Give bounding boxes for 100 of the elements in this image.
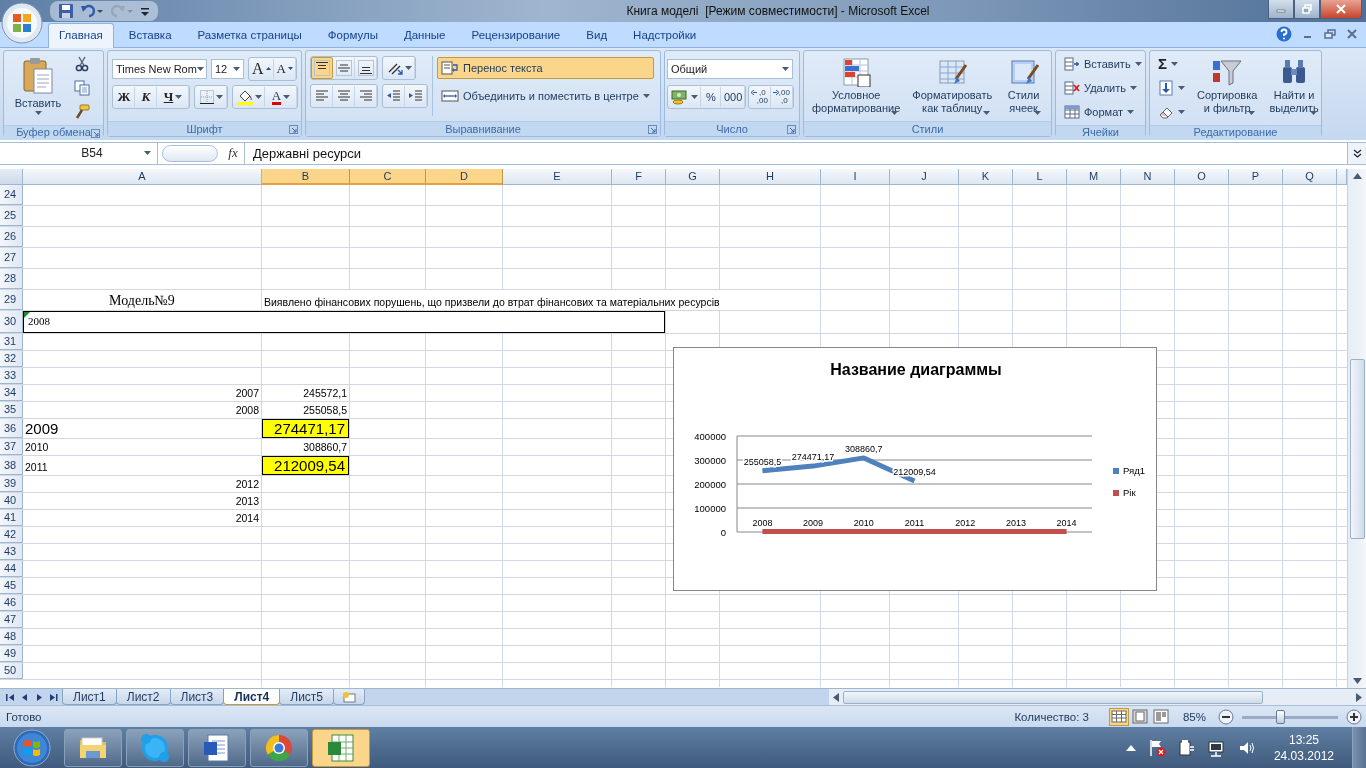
next-sheet-icon[interactable] — [34, 692, 44, 702]
sort-filter-button[interactable]: Сортировка и фильтр — [1193, 53, 1262, 122]
column-header[interactable]: O — [1175, 168, 1229, 185]
ribbon-tab[interactable]: Формулы — [316, 22, 389, 47]
zoom-in-icon[interactable] — [1346, 708, 1362, 725]
slider-thumb[interactable] — [1276, 709, 1286, 724]
underline-button[interactable]: Ч — [157, 85, 189, 108]
number-format-field[interactable]: Общий — [667, 58, 793, 79]
horizontal-scrollbar[interactable] — [829, 689, 1366, 706]
clock[interactable]: 13:25 24.03.2012 — [1273, 731, 1334, 764]
network-icon[interactable] — [1207, 738, 1226, 757]
font-size-field[interactable]: 12 — [211, 58, 245, 79]
copy-icon[interactable] — [74, 79, 90, 96]
vertical-scrollbar[interactable] — [1347, 168, 1366, 689]
ribbon-tab[interactable]: Главная — [48, 22, 114, 48]
percent-button[interactable]: % — [701, 85, 721, 108]
shrink-font-button[interactable]: A — [273, 57, 296, 80]
normal-view-button[interactable] — [1108, 707, 1129, 726]
taskbar-button[interactable] — [188, 728, 246, 767]
vertical-align-button[interactable] — [355, 56, 377, 79]
cell-styles-button[interactable]: Стили ячеек — [1000, 53, 1047, 118]
column-header[interactable]: B — [262, 168, 350, 185]
italic-button[interactable]: К — [135, 85, 157, 108]
column-header[interactable]: E — [503, 168, 612, 185]
taskbar-button[interactable] — [250, 728, 308, 767]
new-sheet-tab[interactable] — [333, 689, 366, 706]
sheet-cell[interactable]: 2008 — [23, 401, 261, 418]
row-header[interactable]: 25 — [0, 205, 23, 226]
ribbon-tab[interactable]: Вид — [575, 22, 619, 47]
close-button[interactable] — [1320, 0, 1362, 19]
help-icon[interactable] — [1276, 26, 1292, 43]
previous-sheet-icon[interactable] — [20, 692, 30, 702]
page-layout-button[interactable] — [1129, 707, 1150, 726]
undo-icon[interactable] — [80, 2, 104, 19]
first-sheet-icon[interactable] — [6, 692, 16, 702]
splitter-handle[interactable] — [162, 144, 218, 162]
find-select-button[interactable]: Найти и выделить — [1265, 53, 1323, 122]
sheet-tab[interactable]: Лист1 — [62, 689, 117, 706]
conditional-formatting-button[interactable]: Условное форматирование — [808, 53, 905, 118]
sheet-tab[interactable]: Лист4 — [223, 689, 281, 706]
last-sheet-icon[interactable] — [48, 692, 58, 702]
scroll-thumb[interactable] — [1349, 358, 1365, 539]
page-break-button[interactable] — [1150, 707, 1171, 726]
zoom-level[interactable]: 85% — [1182, 710, 1206, 723]
restore-icon[interactable] — [1324, 28, 1336, 41]
row-header[interactable]: 24 — [0, 184, 23, 205]
expand-button[interactable] — [1347, 142, 1366, 164]
sheet-cell[interactable]: 255058,5 — [262, 401, 349, 418]
minimize-button[interactable] — [1268, 0, 1294, 19]
increase-decimal-button[interactable]: ,0 ,00 — [749, 85, 772, 108]
save-icon[interactable] — [58, 2, 74, 19]
flag-icon[interactable] — [1147, 738, 1166, 757]
column-header[interactable]: M — [1067, 168, 1121, 185]
sheet-cell[interactable]: 2011 — [23, 455, 261, 475]
column-header[interactable]: A — [23, 168, 262, 185]
taskbar-button[interactable] — [64, 728, 122, 767]
sheet-cell[interactable]: 2009 — [23, 418, 261, 438]
vertical-align-button[interactable] — [311, 56, 333, 79]
row-header[interactable]: 30 — [0, 310, 23, 333]
close-icon[interactable] — [1346, 28, 1358, 41]
column-header[interactable]: G — [666, 168, 720, 185]
name-box[interactable]: B54 — [0, 142, 158, 164]
paste-button[interactable]: Вставить — [8, 53, 68, 122]
autosum-button[interactable]: Σ — [1154, 53, 1189, 74]
column-header[interactable]: D — [426, 168, 503, 185]
sheet-tab[interactable]: Лист3 — [169, 689, 225, 706]
ribbon-tab[interactable]: Надстройки — [622, 22, 708, 47]
ribbon-tab[interactable]: Рецензирование — [460, 22, 572, 47]
column-header[interactable]: F — [612, 168, 666, 185]
currency-button[interactable] — [668, 85, 701, 108]
zoom-out-icon[interactable] — [1218, 708, 1234, 725]
format-as-table-button[interactable]: Форматировать как таблицу — [908, 53, 997, 118]
sheet-tab[interactable]: Лист2 — [115, 689, 171, 706]
caret-up-icon[interactable] — [1125, 744, 1136, 751]
taskbar-button[interactable] — [312, 728, 370, 767]
sheet-tab[interactable]: Лист5 — [279, 689, 335, 706]
column-header[interactable]: N — [1121, 168, 1175, 185]
thousands-button[interactable]: 000 — [721, 85, 746, 108]
row-header[interactable]: 26 — [0, 226, 23, 247]
insert-function-button[interactable]: fx — [222, 142, 244, 164]
sheet-cell[interactable]: 2010 — [23, 438, 261, 455]
sheet-cell[interactable]: 2007 — [23, 384, 261, 401]
dialog-launcher-icon[interactable] — [289, 124, 298, 134]
format-button[interactable]: Формат — [1060, 101, 1146, 122]
grow-font-button[interactable]: A — [249, 57, 274, 80]
sheet-cell[interactable]: 2014 — [23, 509, 261, 526]
column-header[interactable]: P — [1229, 168, 1283, 185]
column-header[interactable]: J — [890, 168, 959, 185]
column-header[interactable]: Q — [1283, 168, 1337, 185]
power-icon[interactable] — [1177, 738, 1196, 757]
column-header[interactable]: I — [821, 168, 890, 185]
cut-icon[interactable] — [74, 55, 90, 72]
row-header[interactable]: 27 — [0, 247, 23, 268]
scroll-thumb[interactable] — [843, 690, 1263, 704]
sheet-cell[interactable]: Модель№9 — [23, 289, 261, 310]
row-header[interactable]: 29 — [0, 289, 23, 310]
column-header[interactable]: K — [959, 168, 1013, 185]
merge-center-button[interactable]: Объединить и поместить в центре — [437, 84, 654, 107]
ribbon-tab[interactable]: Данные — [392, 22, 457, 47]
ribbon-tab[interactable]: Разметка страницы — [186, 22, 313, 47]
